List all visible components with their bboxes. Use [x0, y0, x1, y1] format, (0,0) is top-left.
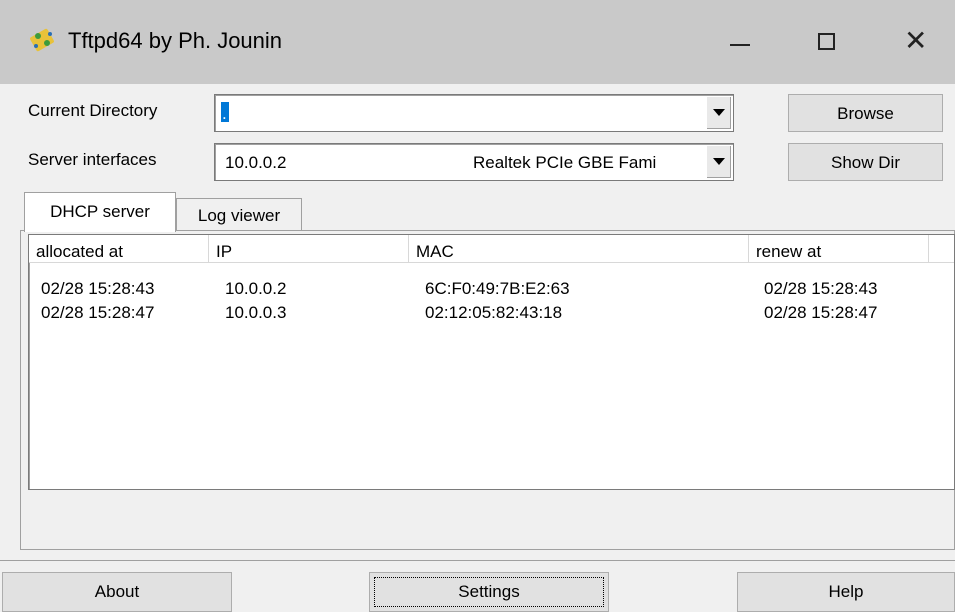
table-cell: 02/28 15:28:43 [41, 279, 155, 298]
chevron-down-icon[interactable] [706, 146, 731, 178]
server-interfaces-label: Server interfaces [28, 150, 157, 169]
title-bar[interactable]: Tftpd64 by Ph. Jounin ✕ [0, 0, 955, 84]
current-directory-label: Current Directory [28, 101, 158, 120]
column-header-mac[interactable]: MAC [409, 235, 749, 263]
close-button[interactable]: ✕ [886, 14, 946, 70]
dhcp-lease-table[interactable]: allocated at IP MAC renew at 02/28 15:28… [28, 234, 955, 490]
settings-button-label: Settings [458, 582, 520, 601]
table-cell: 6C:F0:49:7B:E2:63 [425, 279, 570, 298]
current-directory-combo[interactable]: . [214, 94, 734, 132]
minimize-button[interactable] [710, 14, 770, 70]
column-header-filler [929, 235, 954, 263]
settings-button[interactable]: Settings [369, 572, 609, 612]
browse-button[interactable]: Browse [788, 94, 943, 132]
about-button[interactable]: About [2, 572, 232, 612]
table-cell: 02/28 15:28:47 [764, 303, 878, 322]
maximize-button[interactable] [798, 14, 858, 70]
browse-button-label: Browse [837, 104, 894, 123]
table-cell: 02/28 15:28:47 [41, 303, 155, 322]
help-button[interactable]: Help [737, 572, 955, 612]
minimize-icon [730, 44, 750, 46]
about-button-label: About [94, 582, 140, 601]
server-interfaces-combo[interactable]: 10.0.0.2 Realtek PCIe GBE Fami [214, 143, 734, 181]
window-title: Tftpd64 by Ph. Jounin [68, 28, 283, 53]
tab-dhcp-server[interactable]: DHCP server [24, 192, 176, 232]
close-icon: ✕ [904, 24, 928, 57]
column-header-allocated-at[interactable]: allocated at [29, 235, 209, 263]
current-directory-value: . [222, 104, 227, 123]
tab-log-viewer-label: Log viewer [197, 206, 281, 225]
show-dir-button-label: Show Dir [831, 153, 900, 172]
tab-log-viewer[interactable]: Log viewer [176, 198, 302, 231]
table-cell: 02/28 15:28:43 [764, 279, 878, 298]
server-interface-name: Realtek PCIe GBE Fami [473, 153, 657, 172]
maximize-icon [818, 33, 835, 50]
divider [0, 560, 955, 561]
table-cell: 10.0.0.2 [225, 279, 287, 298]
tftpd-app-icon [30, 28, 54, 52]
tab-dhcp-server-label: DHCP server [50, 202, 150, 221]
show-dir-button[interactable]: Show Dir [788, 143, 943, 181]
help-button-label: Help [828, 582, 864, 601]
chevron-down-icon[interactable] [706, 97, 731, 129]
server-interface-ip: 10.0.0.2 [225, 153, 287, 172]
table-cell: 02:12:05:82:43:18 [425, 303, 563, 322]
table-cell: 10.0.0.3 [225, 303, 287, 322]
column-header-renew-at[interactable]: renew at [749, 235, 929, 263]
column-header-ip[interactable]: IP [209, 235, 409, 263]
